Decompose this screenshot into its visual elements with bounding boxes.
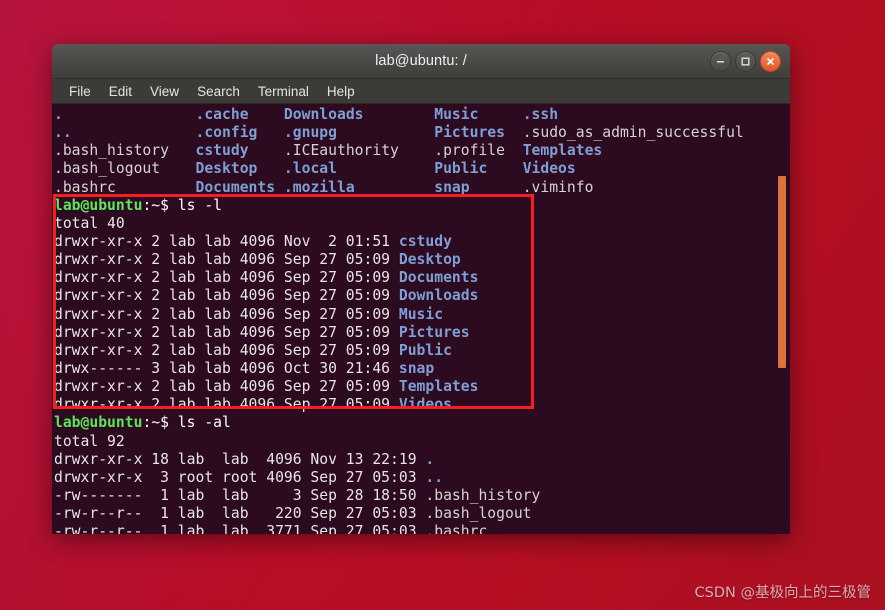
terminal-line: .bashrc Documents .mozilla snap .viminfo xyxy=(54,178,594,196)
scrollbar-thumb[interactable] xyxy=(778,176,786,368)
terminal-line: -rw-r--r-- 1 lab lab 3771 Sep 27 05:03 .… xyxy=(54,523,488,534)
terminal-line: total 92 xyxy=(54,432,125,450)
terminal-line: drwxr-xr-x 2 lab lab 4096 Sep 27 05:09 V… xyxy=(54,396,452,414)
terminal-line: drwx------ 3 lab lab 4096 Oct 30 21:46 s… xyxy=(54,359,435,377)
window-controls[interactable] xyxy=(710,51,781,72)
title-bar[interactable]: lab@ubuntu: / xyxy=(52,44,790,79)
terminal-line: drwxr-xr-x 2 lab lab 4096 Sep 27 05:09 D… xyxy=(54,269,479,287)
terminal-line: -rw-r--r-- 1 lab lab 220 Sep 27 05:03 .b… xyxy=(54,505,532,523)
menu-item-search[interactable]: Search xyxy=(188,82,249,101)
window-title: lab@ubuntu: / xyxy=(375,53,467,69)
terminal-line: drwxr-xr-x 3 root root 4096 Sep 27 05:03… xyxy=(54,468,444,486)
terminal-line: .. .config .gnupg Pictures .sudo_as_admi… xyxy=(54,124,744,142)
terminal-line: drwxr-xr-x 2 lab lab 4096 Nov 2 01:51 cs… xyxy=(54,232,452,250)
terminal-body[interactable]: . .cache Downloads Music .ssh.. .config … xyxy=(52,104,790,534)
terminal-line: total 40 xyxy=(54,214,125,232)
terminal-line: lab@ubuntu:~$ ls -l xyxy=(54,196,223,214)
terminal-line: lab@ubuntu:~$ ls -al xyxy=(54,414,231,432)
terminal-line: drwxr-xr-x 2 lab lab 4096 Sep 27 05:09 T… xyxy=(54,378,479,396)
terminal-scrollbar[interactable] xyxy=(776,104,790,534)
menu-item-help[interactable]: Help xyxy=(318,82,364,101)
menu-item-view[interactable]: View xyxy=(141,82,188,101)
terminal-line: .bash_history cstudy .ICEauthority .prof… xyxy=(54,142,603,160)
menu-bar[interactable]: File Edit View Search Terminal Help xyxy=(52,79,790,104)
terminal-line: . .cache Downloads Music .ssh xyxy=(54,106,559,123)
close-button[interactable] xyxy=(760,51,781,72)
terminal-line: drwxr-xr-x 2 lab lab 4096 Sep 27 05:09 P… xyxy=(54,341,452,359)
terminal-line: drwxr-xr-x 2 lab lab 4096 Sep 27 05:09 P… xyxy=(54,323,470,341)
minimize-button[interactable] xyxy=(710,51,731,72)
terminal-line: .bash_logout Desktop .local Public Video… xyxy=(54,160,576,178)
terminal-line: drwxr-xr-x 2 lab lab 4096 Sep 27 05:09 D… xyxy=(54,287,479,305)
terminal-output: . .cache Downloads Music .ssh.. .config … xyxy=(54,106,790,534)
menu-item-terminal[interactable]: Terminal xyxy=(249,82,318,101)
close-icon xyxy=(767,58,774,65)
terminal-line: drwxr-xr-x 18 lab lab 4096 Nov 13 22:19 … xyxy=(54,450,435,468)
maximize-icon xyxy=(741,57,750,66)
terminal-window[interactable]: lab@ubuntu: / File Edit View Search Term… xyxy=(52,44,790,534)
terminal-line: drwxr-xr-x 2 lab lab 4096 Sep 27 05:09 M… xyxy=(54,305,444,323)
maximize-button[interactable] xyxy=(735,51,756,72)
terminal-line: -rw------- 1 lab lab 3 Sep 28 18:50 .bas… xyxy=(54,486,541,504)
menu-item-file[interactable]: File xyxy=(60,82,100,101)
menu-item-edit[interactable]: Edit xyxy=(100,82,141,101)
minimize-icon xyxy=(717,61,724,63)
terminal-line: drwxr-xr-x 2 lab lab 4096 Sep 27 05:09 D… xyxy=(54,251,461,269)
watermark: CSDN @基极向上的三极管 xyxy=(694,585,871,601)
